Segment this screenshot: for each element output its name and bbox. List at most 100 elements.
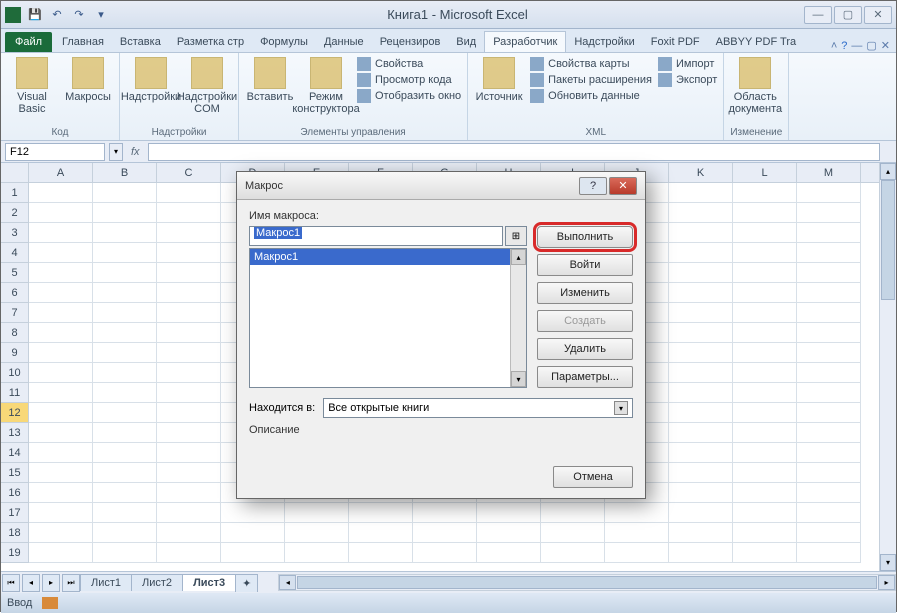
cell[interactable] bbox=[541, 503, 605, 523]
cell[interactable] bbox=[733, 323, 797, 343]
cell[interactable] bbox=[29, 403, 93, 423]
row-header[interactable]: 18 bbox=[1, 523, 28, 543]
macros-button[interactable]: Макросы bbox=[63, 57, 113, 103]
macro-list-item[interactable]: Макрос1 bbox=[250, 249, 526, 265]
cell[interactable] bbox=[29, 383, 93, 403]
cell[interactable] bbox=[157, 343, 221, 363]
ref-edit-button[interactable]: ⊞ bbox=[505, 226, 527, 246]
cell[interactable] bbox=[669, 283, 733, 303]
cell[interactable] bbox=[29, 463, 93, 483]
cell[interactable] bbox=[541, 523, 605, 543]
cell[interactable] bbox=[157, 283, 221, 303]
cell[interactable] bbox=[669, 443, 733, 463]
cell[interactable] bbox=[733, 203, 797, 223]
cell[interactable] bbox=[733, 223, 797, 243]
cell[interactable] bbox=[797, 423, 861, 443]
sheet-nav-next[interactable]: ▸ bbox=[42, 574, 60, 592]
cell[interactable] bbox=[669, 183, 733, 203]
cell[interactable] bbox=[413, 543, 477, 563]
scroll-thumb[interactable] bbox=[881, 180, 895, 300]
column-header[interactable]: L bbox=[733, 163, 797, 182]
cell[interactable] bbox=[93, 203, 157, 223]
cell[interactable] bbox=[669, 463, 733, 483]
cell[interactable] bbox=[797, 363, 861, 383]
name-box-dropdown[interactable]: ▾ bbox=[109, 143, 123, 161]
cell[interactable] bbox=[669, 343, 733, 363]
cell[interactable] bbox=[349, 503, 413, 523]
dialog-help-button[interactable]: ? bbox=[579, 177, 607, 195]
column-header[interactable]: M bbox=[797, 163, 861, 182]
expansion-button[interactable]: Пакеты расширения bbox=[530, 73, 652, 87]
document-panel-button[interactable]: Область документа bbox=[730, 57, 780, 115]
cell[interactable] bbox=[797, 463, 861, 483]
cell[interactable] bbox=[93, 263, 157, 283]
cell[interactable] bbox=[93, 463, 157, 483]
tab-formulas[interactable]: Формулы bbox=[252, 32, 316, 52]
cell[interactable] bbox=[477, 523, 541, 543]
cell[interactable] bbox=[93, 383, 157, 403]
visual-basic-button[interactable]: Visual Basic bbox=[7, 57, 57, 115]
cell[interactable] bbox=[669, 523, 733, 543]
cell[interactable] bbox=[285, 523, 349, 543]
cell[interactable] bbox=[93, 223, 157, 243]
cell[interactable] bbox=[93, 183, 157, 203]
tab-insert[interactable]: Вставка bbox=[112, 32, 169, 52]
row-header[interactable]: 11 bbox=[1, 383, 28, 403]
tab-addins[interactable]: Надстройки bbox=[566, 32, 642, 52]
cell[interactable] bbox=[733, 343, 797, 363]
cell[interactable] bbox=[29, 183, 93, 203]
name-box[interactable]: F12 bbox=[5, 143, 105, 161]
macro-name-input[interactable]: Макрос1 bbox=[249, 226, 503, 246]
cell[interactable] bbox=[157, 323, 221, 343]
cell[interactable] bbox=[93, 523, 157, 543]
horizontal-scrollbar[interactable]: ◂ ▸ bbox=[278, 574, 896, 591]
cell[interactable] bbox=[29, 443, 93, 463]
row-header[interactable]: 2 bbox=[1, 203, 28, 223]
source-button[interactable]: Источник bbox=[474, 57, 524, 103]
cell[interactable] bbox=[797, 343, 861, 363]
column-header[interactable]: B bbox=[93, 163, 157, 182]
doc-minimize-icon[interactable]: — bbox=[851, 40, 862, 52]
fx-label[interactable]: fx bbox=[123, 146, 148, 158]
ribbon-minimize-icon[interactable]: ˄ bbox=[831, 40, 837, 52]
minimize-button[interactable]: — bbox=[804, 6, 832, 24]
cell[interactable] bbox=[157, 183, 221, 203]
cell[interactable] bbox=[157, 523, 221, 543]
cell[interactable] bbox=[157, 223, 221, 243]
row-header[interactable]: 7 bbox=[1, 303, 28, 323]
cell[interactable] bbox=[157, 423, 221, 443]
sheet-nav-prev[interactable]: ◂ bbox=[22, 574, 40, 592]
cell[interactable] bbox=[669, 403, 733, 423]
cell[interactable] bbox=[733, 503, 797, 523]
tab-abbyy[interactable]: ABBYY PDF Tra bbox=[708, 32, 805, 52]
tab-home[interactable]: Главная bbox=[54, 32, 112, 52]
cell[interactable] bbox=[797, 263, 861, 283]
cell[interactable] bbox=[733, 183, 797, 203]
cell[interactable] bbox=[797, 503, 861, 523]
cell[interactable] bbox=[733, 423, 797, 443]
cell[interactable] bbox=[29, 423, 93, 443]
cell[interactable] bbox=[733, 523, 797, 543]
list-scrollbar[interactable]: ▴ ▾ bbox=[510, 249, 526, 387]
list-scroll-down[interactable]: ▾ bbox=[511, 371, 526, 387]
cell[interactable] bbox=[221, 503, 285, 523]
cell[interactable] bbox=[669, 303, 733, 323]
dropdown-icon[interactable]: ▾ bbox=[614, 401, 628, 415]
row-header[interactable]: 16 bbox=[1, 483, 28, 503]
cell[interactable] bbox=[157, 383, 221, 403]
cell[interactable] bbox=[29, 543, 93, 563]
sheet-tab-1[interactable]: Лист1 bbox=[80, 574, 132, 591]
cell[interactable] bbox=[29, 223, 93, 243]
redo-button[interactable]: ↷ bbox=[69, 5, 89, 25]
cell[interactable] bbox=[157, 483, 221, 503]
dialog-close-button[interactable]: ✕ bbox=[609, 177, 637, 195]
cell[interactable] bbox=[157, 463, 221, 483]
cell[interactable] bbox=[669, 223, 733, 243]
tab-page-layout[interactable]: Разметка стр bbox=[169, 32, 252, 52]
cell[interactable] bbox=[29, 363, 93, 383]
cell[interactable] bbox=[413, 503, 477, 523]
cell[interactable] bbox=[797, 283, 861, 303]
sheet-tab-3[interactable]: Лист3 bbox=[182, 574, 236, 591]
cell[interactable] bbox=[93, 503, 157, 523]
cell[interactable] bbox=[733, 283, 797, 303]
